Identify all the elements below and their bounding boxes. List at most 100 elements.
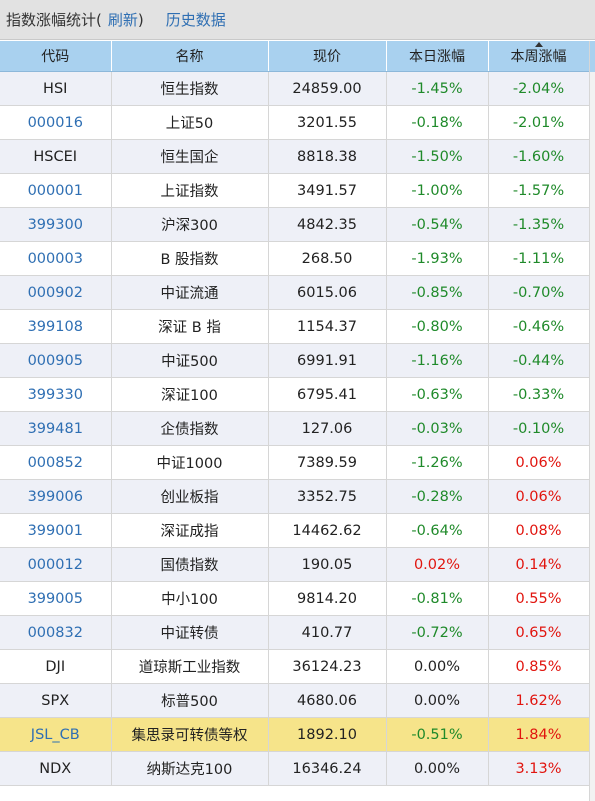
cell-name: 中证1000 (111, 445, 269, 480)
cell-price: 6991.91 (268, 343, 387, 378)
cell-week-change: 0.06% (488, 445, 590, 480)
cell-code[interactable]: 399481 (0, 411, 112, 446)
cell-week-change: -1.57% (488, 173, 590, 208)
table-row: 399108 深证 B 指 1154.37 -0.80% -0.46% (0, 309, 590, 344)
cell-price: 9814.20 (268, 581, 387, 616)
cell-week-change: 0.65% (488, 615, 590, 650)
cell-week-change: -2.04% (488, 71, 590, 106)
cell-code: DJI (0, 649, 112, 684)
cell-code[interactable]: 399300 (0, 207, 112, 242)
table-row: NDX 纳斯达克100 16346.24 0.00% 3.13% (0, 751, 590, 786)
cell-price: 1154.37 (268, 309, 387, 344)
cell-code[interactable]: JSL_CB (0, 717, 112, 752)
cell-day-change: -0.81% (386, 581, 489, 616)
cell-name: 道琼斯工业指数 (111, 649, 269, 684)
cell-week-change: 0.06% (488, 479, 590, 514)
cell-name: 沪深300 (111, 207, 269, 242)
cell-price: 24859.00 (268, 71, 387, 106)
column-header-day-change[interactable]: 本日涨幅 (386, 41, 489, 72)
refresh-link[interactable]: 刷新 (108, 9, 138, 30)
cell-price: 4842.35 (268, 207, 387, 242)
cell-price: 36124.23 (268, 649, 387, 684)
cell-name: 中证500 (111, 343, 269, 378)
cell-code[interactable]: 399330 (0, 377, 112, 412)
cell-code[interactable]: 000905 (0, 343, 112, 378)
cell-code[interactable]: 399006 (0, 479, 112, 514)
cell-day-change: -1.16% (386, 343, 489, 378)
cell-name: 中证流通 (111, 275, 269, 310)
cell-code[interactable]: 399005 (0, 581, 112, 616)
table-row: 000003 B 股指数 268.50 -1.93% -1.11% (0, 241, 590, 276)
cell-day-change: -1.26% (386, 445, 489, 480)
cell-name: 标普500 (111, 683, 269, 718)
cell-name: 中证转债 (111, 615, 269, 650)
table-row: 399330 深证100 6795.41 -0.63% -0.33% (0, 377, 590, 412)
cell-day-change: 0.00% (386, 751, 489, 786)
cell-name: 深证100 (111, 377, 269, 412)
cell-code[interactable]: 399001 (0, 513, 112, 548)
table-row: 399300 沪深300 4842.35 -0.54% -1.35% (0, 207, 590, 242)
cell-day-change: -0.28% (386, 479, 489, 514)
index-change-table: 代码 名称 现价 本日涨幅 本周涨幅 HSI 恒生指数 24859.00 -1.45%… (0, 41, 590, 786)
cell-day-change: -0.03% (386, 411, 489, 446)
table-row: 000905 中证500 6991.91 -1.16% -0.44% (0, 343, 590, 378)
cell-code: SPX (0, 683, 112, 718)
cell-name: 深证成指 (111, 513, 269, 548)
cell-price: 6015.06 (268, 275, 387, 310)
cell-day-change: -0.64% (386, 513, 489, 548)
cell-day-change: -1.50% (386, 139, 489, 174)
column-header-name[interactable]: 名称 (111, 41, 269, 72)
table-row: 399481 企债指数 127.06 -0.03% -0.10% (0, 411, 590, 446)
cell-week-change: -0.10% (488, 411, 590, 446)
cell-day-change: -0.51% (386, 717, 489, 752)
cell-price: 3201.55 (268, 105, 387, 140)
cell-code[interactable]: 000832 (0, 615, 112, 650)
cell-week-change: 0.08% (488, 513, 590, 548)
cell-day-change: -0.18% (386, 105, 489, 140)
toolbar: 指数涨幅统计( 刷新 ) 历史数据 (0, 0, 595, 40)
cell-price: 6795.41 (268, 377, 387, 412)
cell-day-change: 0.00% (386, 649, 489, 684)
table-row: 000012 国债指数 190.05 0.02% 0.14% (0, 547, 590, 582)
cell-price: 14462.62 (268, 513, 387, 548)
cell-code[interactable]: 000001 (0, 173, 112, 208)
cell-name: 恒生指数 (111, 71, 269, 106)
table-row: JSL_CB 集思录可转债等权 1892.10 -0.51% 1.84% (0, 717, 590, 752)
table-row: SPX 标普500 4680.06 0.00% 1.62% (0, 683, 590, 718)
cell-code[interactable]: 000012 (0, 547, 112, 582)
cell-code[interactable]: 000852 (0, 445, 112, 480)
column-header-price[interactable]: 现价 (268, 41, 387, 72)
cell-day-change: 0.02% (386, 547, 489, 582)
cell-week-change: 0.85% (488, 649, 590, 684)
cell-day-change: -1.00% (386, 173, 489, 208)
table-row: 000852 中证1000 7389.59 -1.26% 0.06% (0, 445, 590, 480)
table-row: 000016 上证50 3201.55 -0.18% -2.01% (0, 105, 590, 140)
cell-week-change: -1.11% (488, 241, 590, 276)
cell-week-change: -2.01% (488, 105, 590, 140)
cell-day-change: -0.63% (386, 377, 489, 412)
cell-day-change: -0.80% (386, 309, 489, 344)
cell-price: 3352.75 (268, 479, 387, 514)
cell-code[interactable]: 399108 (0, 309, 112, 344)
cell-name: 纳斯达克100 (111, 751, 269, 786)
cell-code[interactable]: 000003 (0, 241, 112, 276)
cell-week-change: 1.62% (488, 683, 590, 718)
cell-week-change: -0.44% (488, 343, 590, 378)
column-header-week-change[interactable]: 本周涨幅 (488, 41, 590, 72)
cell-code[interactable]: 000902 (0, 275, 112, 310)
cell-week-change: 1.84% (488, 717, 590, 752)
table-row: 399005 中小100 9814.20 -0.81% 0.55% (0, 581, 590, 616)
cell-price: 127.06 (268, 411, 387, 446)
history-data-link[interactable]: 历史数据 (166, 9, 226, 30)
title-close-paren: ) (137, 10, 144, 29)
cell-code: NDX (0, 751, 112, 786)
cell-price: 16346.24 (268, 751, 387, 786)
column-header-code[interactable]: 代码 (0, 41, 112, 72)
cell-name: 深证 B 指 (111, 309, 269, 344)
cell-code: HSI (0, 71, 112, 106)
cell-week-change: -0.33% (488, 377, 590, 412)
table-row: 399006 创业板指 3352.75 -0.28% 0.06% (0, 479, 590, 514)
table-row: 399001 深证成指 14462.62 -0.64% 0.08% (0, 513, 590, 548)
table-row: DJI 道琼斯工业指数 36124.23 0.00% 0.85% (0, 649, 590, 684)
cell-code[interactable]: 000016 (0, 105, 112, 140)
